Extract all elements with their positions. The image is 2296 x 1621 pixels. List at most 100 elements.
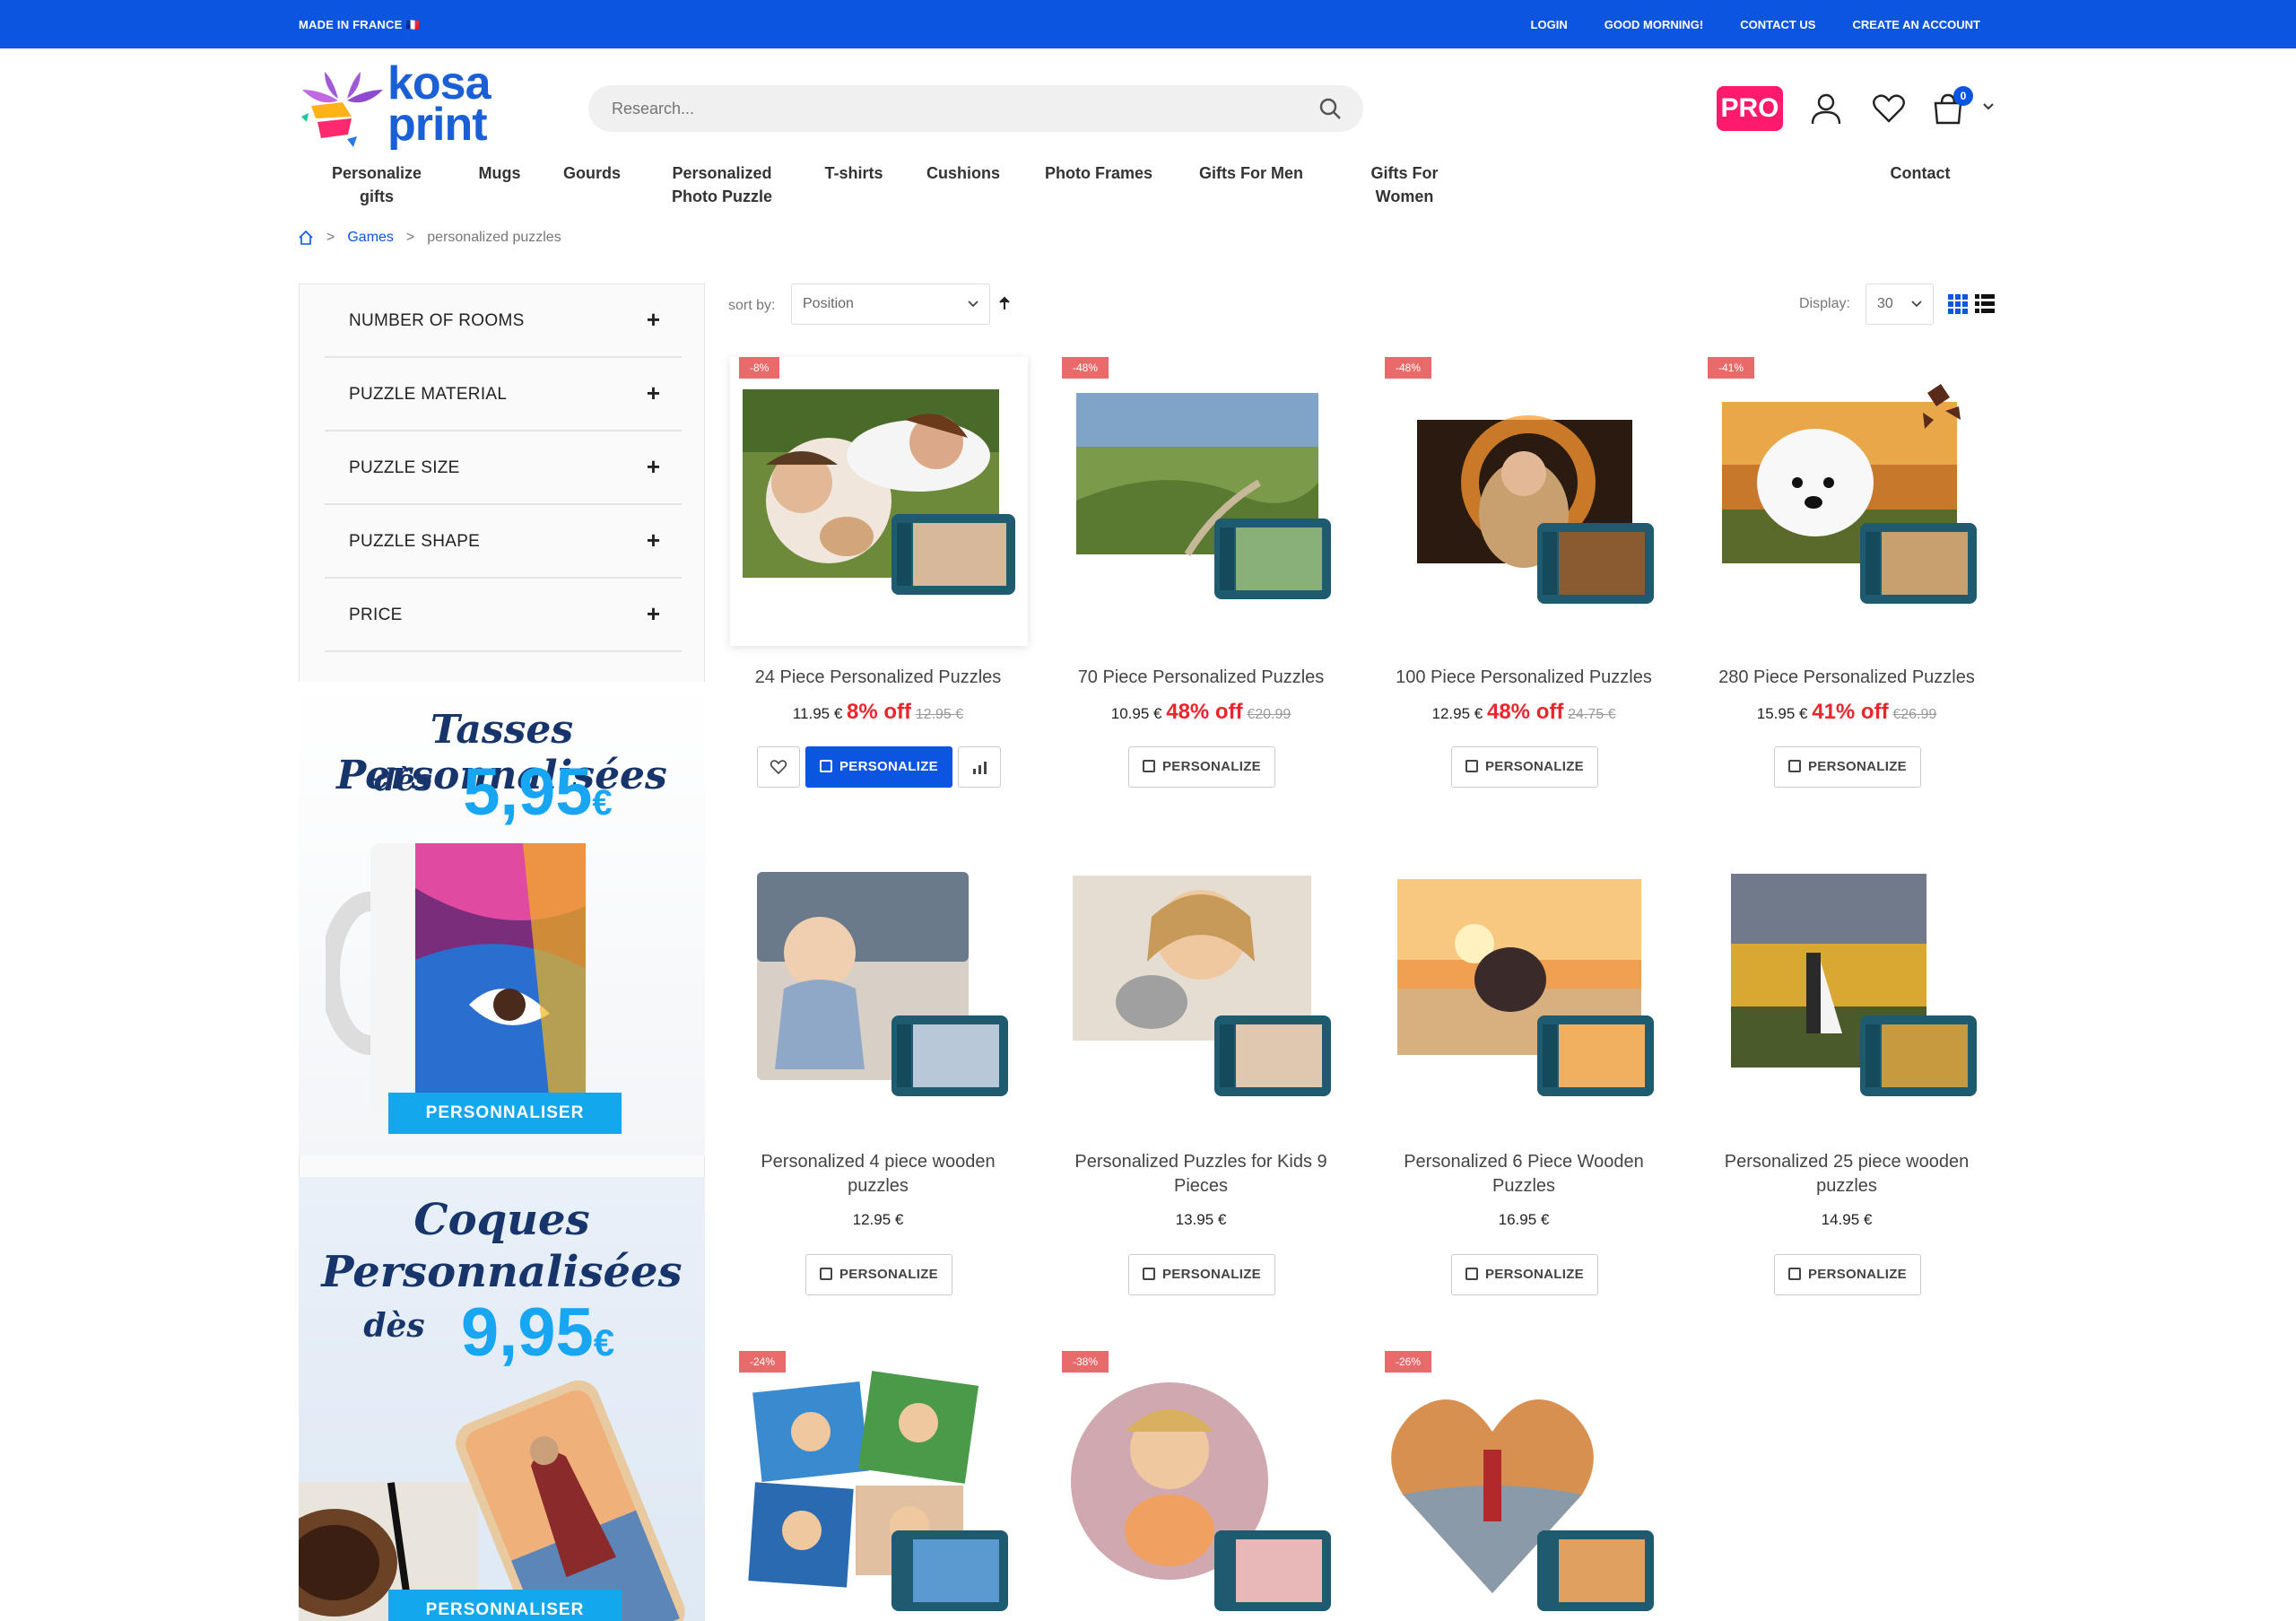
- wishlist-heart-icon[interactable]: [1871, 91, 1907, 126]
- filter-number-of-rooms[interactable]: NUMBER OF ROOMS +: [325, 284, 682, 358]
- chevron-down-icon: [1911, 301, 1922, 308]
- promo-banner-mugs[interactable]: Tasses Personnalisées dès 5,95€ PERSONNA…: [299, 682, 705, 1155]
- compare-button[interactable]: [958, 746, 1001, 788]
- nav-photo-frames[interactable]: Photo Frames: [1037, 161, 1161, 185]
- nav-cushions[interactable]: Cushions: [920, 161, 1006, 185]
- product-card[interactable]: -41% 280 Piece Personalized Puzzles 15.9…: [1699, 357, 1995, 797]
- product-price: 10.95 € 48% off €20.99: [1110, 700, 1292, 724]
- chevron-down-icon[interactable]: [1982, 102, 1995, 111]
- product-card[interactable]: Personalized 6 Piece Wooden Puzzles 16.95…: [1376, 854, 1672, 1303]
- discount-badge: -24%: [739, 1351, 787, 1373]
- personalize-button[interactable]: PERSONALIZE: [1774, 746, 1921, 788]
- nav-gifts-for-men[interactable]: Gifts For Men: [1186, 161, 1317, 185]
- product-card[interactable]: -26%: [1376, 1351, 1672, 1621]
- product-title[interactable]: Personalized 6 Piece Wooden Puzzles: [1367, 1150, 1681, 1198]
- nav-tshirts[interactable]: T-shirts: [816, 161, 891, 185]
- personalize-button[interactable]: PERSONALIZE: [1451, 1254, 1598, 1295]
- top-bar: MADE IN FRANCE 🇫🇷 LOGIN GOOD MORNING! CO…: [0, 0, 2296, 48]
- nav-contact[interactable]: Contact: [1880, 161, 1961, 185]
- sort-select[interactable]: Position: [791, 283, 990, 325]
- plus-icon: +: [646, 306, 660, 333]
- create-account-link[interactable]: CREATE AN ACCOUNT: [1852, 18, 1980, 31]
- login-link[interactable]: LOGIN: [1531, 18, 1568, 31]
- filter-price[interactable]: PRICE +: [325, 579, 682, 652]
- product-card[interactable]: -48% 70 Piece Personalized Puzzles 10.95…: [1053, 357, 1349, 797]
- search-icon[interactable]: [1318, 97, 1342, 120]
- filter-puzzle-material[interactable]: PUZZLE MATERIAL +: [325, 358, 682, 431]
- product-card[interactable]: -38%: [1053, 1351, 1349, 1621]
- product-image[interactable]: [730, 854, 1026, 1141]
- sort-by-label: sort by:: [728, 298, 776, 313]
- list-view-icon[interactable]: [1975, 294, 1995, 314]
- bag-icon: [1465, 1268, 1478, 1280]
- product-image[interactable]: [1376, 1351, 1672, 1621]
- account-icon[interactable]: [1808, 91, 1844, 126]
- personalize-button[interactable]: PERSONALIZE: [805, 746, 952, 788]
- nav-mugs[interactable]: Mugs: [468, 161, 531, 185]
- personalize-button[interactable]: PERSONALIZE: [1774, 1254, 1921, 1295]
- nav-personalize-gifts[interactable]: Personalize gifts: [316, 161, 438, 208]
- bag-icon: [1143, 1268, 1155, 1280]
- bar-chart-icon: [973, 762, 987, 774]
- product-title[interactable]: Personalized 25 piece wooden puzzles: [1690, 1150, 2004, 1198]
- breadcrumb-games[interactable]: Games: [347, 230, 394, 246]
- product-title[interactable]: Personalized Puzzles for Kids 9 Pieces: [1044, 1150, 1358, 1198]
- product-card[interactable]: -24%: [730, 1351, 1026, 1621]
- product-price: 13.95 €: [1175, 1211, 1227, 1228]
- product-image[interactable]: [1053, 1351, 1349, 1621]
- bag-icon: [1788, 1268, 1801, 1280]
- product-card[interactable]: -8% 24 Piece Personalized Puzzles 11.95 …: [730, 357, 1028, 797]
- promo-cases-button[interactable]: PERSONNALISER: [388, 1590, 622, 1621]
- logo-wordmark: kosa print: [387, 57, 491, 151]
- kosaprint-logo[interactable]: kosa print: [298, 57, 504, 153]
- product-image[interactable]: [1376, 854, 1672, 1141]
- product-card[interactable]: Personalized 25 piece wooden puzzles 14.9…: [1699, 854, 1995, 1303]
- product-title[interactable]: Personalized 4 piece wooden puzzles: [721, 1150, 1035, 1198]
- product-image[interactable]: [730, 1351, 1026, 1621]
- discount-badge: -38%: [1062, 1351, 1109, 1373]
- home-icon[interactable]: [298, 230, 314, 246]
- filter-puzzle-shape[interactable]: PUZZLE SHAPE +: [325, 505, 682, 579]
- promo-mugs-button[interactable]: PERSONNALISER: [388, 1093, 622, 1134]
- mug-image: [326, 843, 586, 1112]
- product-card[interactable]: Personalized Puzzles for Kids 9 Pieces 13…: [1053, 854, 1349, 1303]
- plus-icon: +: [646, 379, 660, 406]
- personalize-button[interactable]: PERSONALIZE: [1128, 746, 1275, 788]
- greeting-text: GOOD MORNING!: [1604, 18, 1704, 31]
- display-count-select[interactable]: 30: [1866, 283, 1934, 325]
- promo-mugs-price: 5,95€: [463, 754, 613, 829]
- promo-cases-price: 9,95€: [460, 1294, 615, 1371]
- product-image[interactable]: [1699, 357, 1995, 644]
- sort-direction-arrow-icon[interactable]: [999, 296, 1010, 310]
- filter-puzzle-size[interactable]: PUZZLE SIZE +: [325, 431, 682, 505]
- product-title[interactable]: 70 Piece Personalized Puzzles: [1044, 666, 1358, 690]
- add-to-wishlist-button[interactable]: [757, 746, 800, 788]
- personalize-button[interactable]: PERSONALIZE: [1128, 1254, 1275, 1295]
- plus-icon: +: [646, 453, 660, 480]
- bag-icon: [1143, 760, 1155, 772]
- nav-photo-puzzle[interactable]: Personalized Photo Puzzle: [664, 161, 780, 208]
- product-card[interactable]: Personalized 4 piece wooden puzzles 12.95…: [730, 854, 1026, 1303]
- personalize-button[interactable]: PERSONALIZE: [805, 1254, 952, 1295]
- grid-view-icon[interactable]: [1948, 294, 1968, 314]
- top-links: LOGIN GOOD MORNING! CONTACT US CREATE AN…: [1531, 18, 1980, 31]
- product-title[interactable]: 100 Piece Personalized Puzzles: [1367, 666, 1681, 690]
- product-price: 16.95 €: [1498, 1211, 1550, 1228]
- product-card[interactable]: -48% 100 Piece Personalized Puzzles 12.9…: [1376, 357, 1672, 797]
- promo-banner-cases[interactable]: Coques Personnalisées dès 9,95€ PERSONNA…: [299, 1177, 705, 1621]
- product-image[interactable]: [730, 357, 1028, 646]
- display-label: Display:: [1799, 296, 1850, 311]
- search-input[interactable]: [612, 96, 1293, 121]
- product-image[interactable]: [1053, 357, 1349, 644]
- product-image[interactable]: [1053, 854, 1349, 1141]
- pro-button[interactable]: PRO: [1717, 86, 1783, 131]
- product-image[interactable]: [1699, 854, 1995, 1141]
- nav-gourds[interactable]: Gourds: [556, 161, 628, 185]
- product-title[interactable]: 24 Piece Personalized Puzzles: [721, 666, 1035, 690]
- product-image[interactable]: [1376, 357, 1672, 644]
- personalize-button[interactable]: PERSONALIZE: [1451, 746, 1598, 788]
- product-price: 11.95 € 8% off 12.95 €: [792, 700, 964, 724]
- nav-gifts-for-women[interactable]: Gifts For Women: [1354, 161, 1455, 208]
- product-title[interactable]: 280 Piece Personalized Puzzles: [1690, 666, 2004, 690]
- contact-us-link[interactable]: CONTACT US: [1740, 18, 1815, 31]
